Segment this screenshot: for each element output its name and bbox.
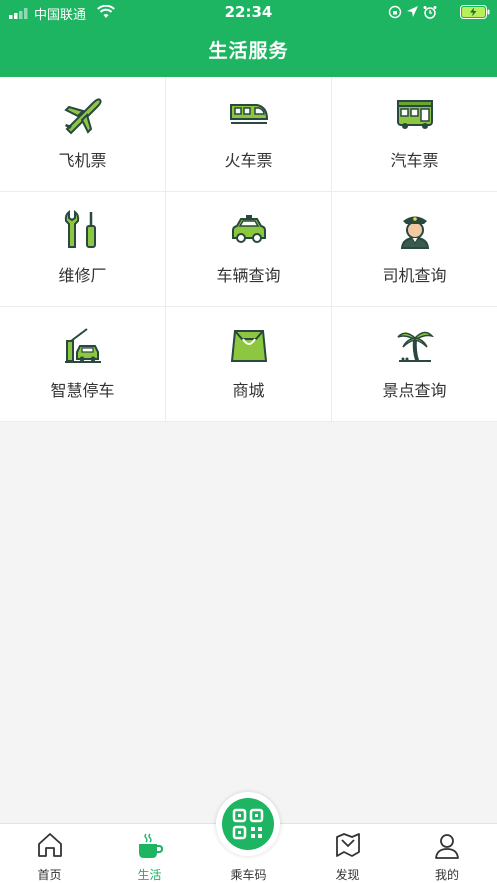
- service-mall[interactable]: 商城: [166, 307, 332, 422]
- alarm-icon: [423, 6, 437, 19]
- app-header: 中国联通 22:34 生活服务: [0, 0, 497, 77]
- services-grid: 飞机票 火车票 汽车票 维修厂 车辆查询 司机查询 智慧停车 商城 景点查询: [0, 77, 497, 422]
- service-label: 车辆查询: [216, 266, 281, 285]
- service-flight-ticket[interactable]: 飞机票: [0, 77, 166, 192]
- tab-label: 发现: [335, 868, 360, 882]
- wrench-screwdriver-icon: [64, 210, 96, 248]
- service-label: 司机查询: [382, 266, 447, 285]
- user-icon: [435, 834, 459, 859]
- battery-icon: [460, 5, 490, 19]
- discover-icon: [335, 833, 360, 857]
- parking-gate-icon: [64, 328, 101, 363]
- tab-home[interactable]: 首页: [0, 824, 99, 883]
- ride-code-button[interactable]: [216, 792, 280, 856]
- tab-label: 首页: [37, 868, 62, 882]
- bus-icon: [396, 100, 433, 129]
- service-label: 火车票: [224, 151, 273, 170]
- service-bus-ticket[interactable]: 汽车票: [332, 77, 497, 192]
- qr-code-icon: [232, 808, 264, 840]
- service-label: 景点查询: [382, 381, 447, 400]
- location-icon: [407, 6, 418, 17]
- page-title: 生活服务: [208, 40, 289, 62]
- tab-life[interactable]: 生活: [100, 824, 199, 883]
- shopping-bag-icon: [230, 330, 267, 362]
- home-icon: [37, 833, 62, 857]
- tab-mine[interactable]: 我的: [397, 824, 497, 883]
- tab-label: 生活: [137, 868, 162, 882]
- tab-label: 我的: [434, 868, 459, 882]
- service-label: 商城: [232, 381, 265, 400]
- service-train-ticket[interactable]: 火车票: [166, 77, 332, 192]
- service-driver-query[interactable]: 司机查询: [332, 192, 497, 307]
- service-label: 智慧停车: [50, 381, 115, 400]
- coffee-cup-icon: [138, 833, 163, 858]
- service-scenic-query[interactable]: 景点查询: [332, 307, 497, 422]
- service-label: 飞机票: [58, 151, 107, 170]
- airplane-icon: [63, 98, 102, 135]
- tab-discover[interactable]: 发现: [298, 824, 397, 883]
- service-label: 维修厂: [58, 266, 107, 285]
- train-icon: [229, 104, 268, 124]
- rotation-lock-icon: [388, 5, 402, 19]
- status-bar: 中国联通 22:34: [0, 0, 497, 26]
- car-icon: [231, 215, 266, 243]
- driver-icon: [400, 216, 429, 249]
- service-smart-parking[interactable]: 智慧停车: [0, 307, 166, 422]
- palm-tree-icon: [396, 331, 434, 362]
- service-label: 汽车票: [390, 151, 439, 170]
- service-vehicle-query[interactable]: 车辆查询: [166, 192, 332, 307]
- tab-label: 乘车码: [230, 868, 267, 882]
- service-repair-shop[interactable]: 维修厂: [0, 192, 166, 307]
- status-icons: [388, 5, 437, 19]
